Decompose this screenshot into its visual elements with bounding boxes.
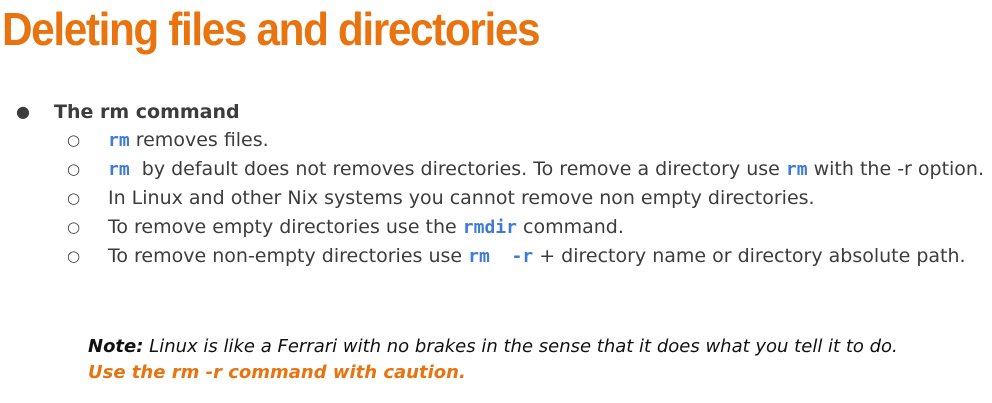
caution-text: Use the rm -r command with caution. (88, 362, 466, 383)
note-label: Note: (88, 336, 144, 357)
note-block: Note: Linux is like a Ferrari with no br… (88, 334, 898, 386)
sub-bullet-marker: ○ (67, 218, 81, 236)
text-run: In Linux and other Nix systems you canno… (108, 187, 815, 209)
note-text: Linux is like a Ferrari with no brakes i… (143, 336, 898, 357)
sub-bullet-marker: ○ (67, 160, 81, 178)
note-line: Note: Linux is like a Ferrari with no br… (88, 334, 898, 360)
text-run: by default does not removes directories.… (129, 158, 786, 180)
sub-bullet-item: ○ rm removes files. (16, 126, 986, 155)
sub-bullet-marker: ○ (67, 247, 81, 265)
bullet-item-rm-command: ● The rm command (16, 98, 986, 126)
inline-code: rm -r (468, 246, 534, 267)
text-run: + directory name or directory absolute p… (533, 245, 966, 267)
sub-bullet-text: To remove empty directories use the rmdi… (108, 213, 986, 242)
sub-bullet-text: rm removes files. (108, 126, 986, 155)
bullet-heading: The rm command (54, 101, 240, 123)
inline-code: rm (108, 159, 130, 180)
sub-bullet-marker: ○ (67, 189, 81, 207)
inline-code: rmdir (462, 217, 517, 238)
sub-bullet-text: rm by default does not removes directori… (108, 155, 986, 184)
text-run: To remove non-empty directories use (108, 245, 469, 267)
sub-bullet-text: In Linux and other Nix systems you canno… (108, 184, 986, 213)
sub-bullet-item: ○ To remove non-empty directories use rm … (16, 242, 986, 271)
text-run: with the -r option. (807, 158, 985, 180)
sub-bullet-list: ○ rm removes files. ○ rm by default does no… (16, 126, 986, 271)
sub-bullet-item: ○ To remove empty directories use the rmd… (16, 213, 986, 242)
inline-code: rm (108, 130, 130, 151)
bullet-list: ● The rm command ○ rm removes files. ○ rm b… (16, 98, 986, 271)
bullet-marker: ● (16, 102, 30, 121)
inline-code: rm (785, 159, 808, 180)
sub-bullet-item: ○ In Linux and other Nix systems you cann… (16, 184, 986, 213)
text-run: removes files. (129, 129, 269, 151)
page-title: Deleting files and directories (2, 3, 541, 55)
sub-bullet-item: ○ rm by default does not removes director… (16, 155, 986, 184)
sub-bullet-text: To remove non-empty directories use rm -… (108, 242, 986, 271)
text-run: To remove empty directories use the (108, 216, 463, 238)
text-run: command. (516, 216, 624, 238)
sub-bullet-marker: ○ (67, 131, 81, 149)
